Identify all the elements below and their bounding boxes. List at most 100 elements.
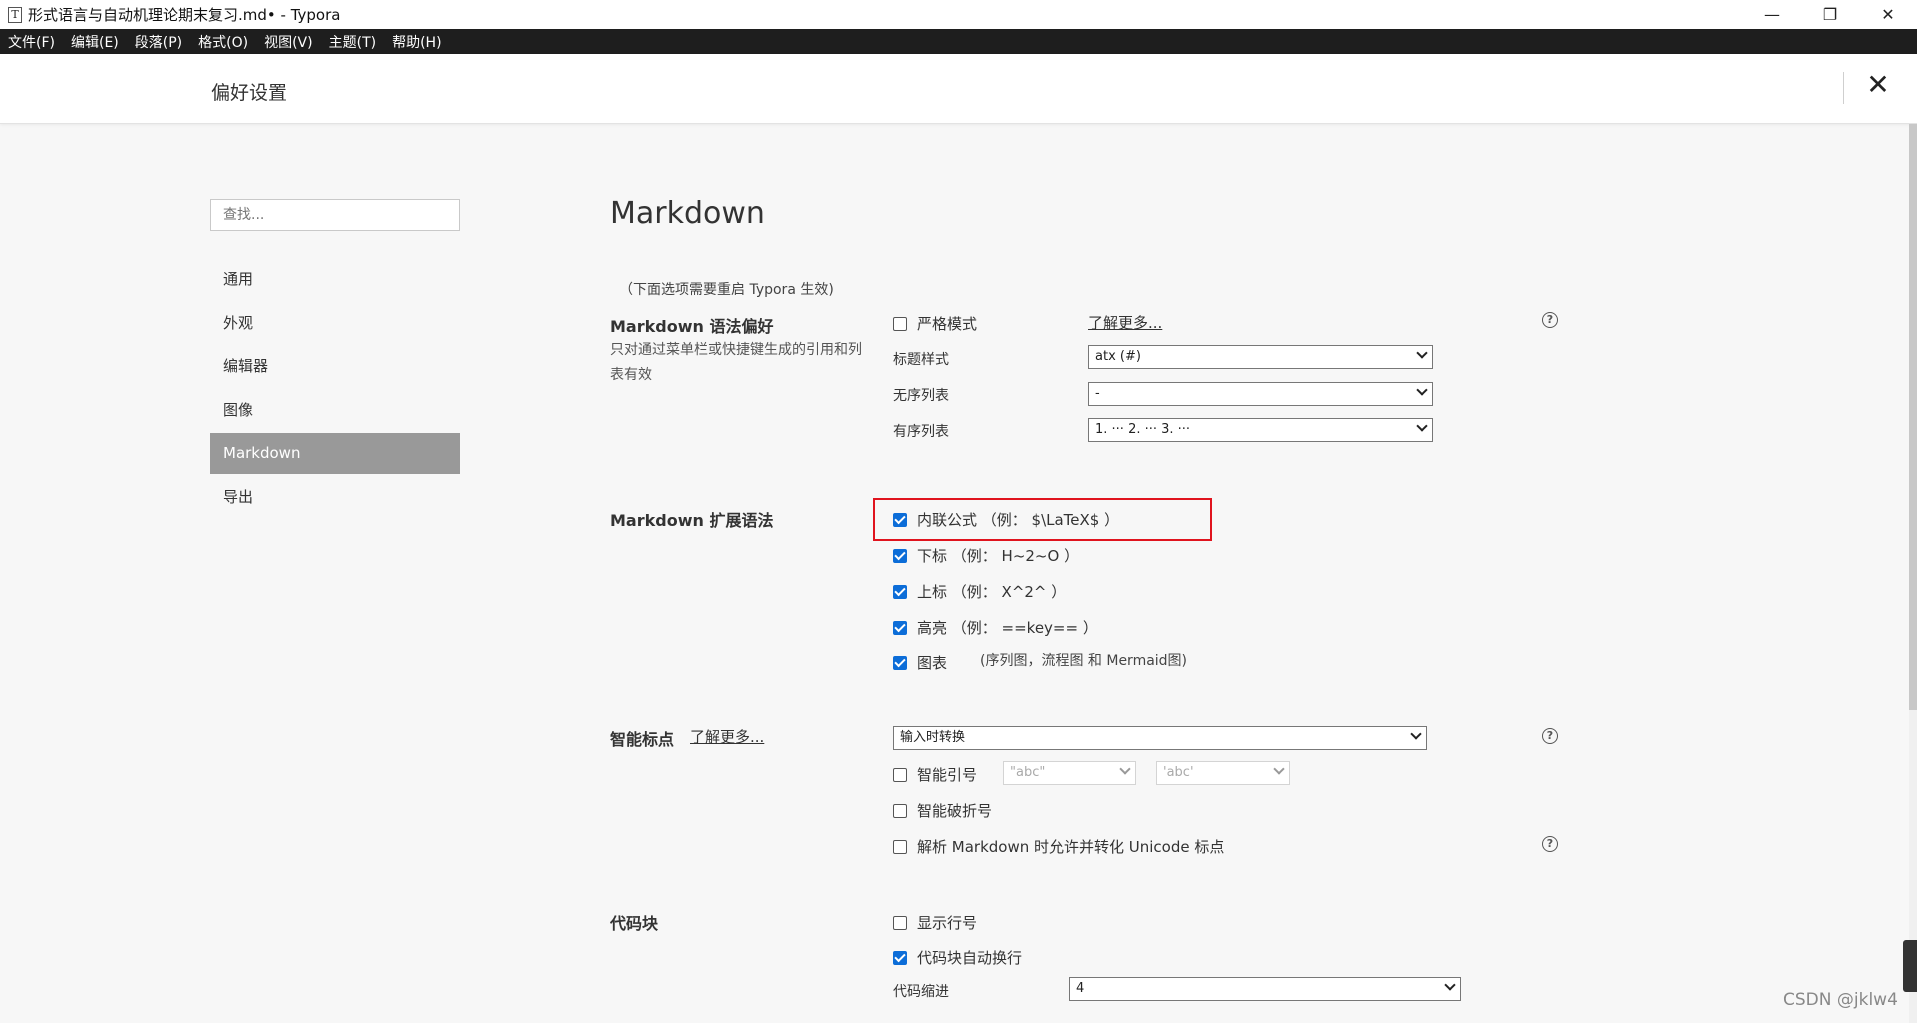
single-quote-style-select[interactable]: 'abc' bbox=[1156, 761, 1290, 785]
chevron-down-icon bbox=[1273, 763, 1285, 775]
chevron-down-icon bbox=[1416, 384, 1428, 396]
superscript-checkbox[interactable] bbox=[893, 584, 907, 599]
highlight-checkbox[interactable] bbox=[893, 620, 907, 635]
window-title: 形式语言与自动机理论期末复习.md• - Typora bbox=[28, 6, 341, 24]
menu-bar: 文件(F) 编辑(E) 段落(P) 格式(O) 视图(V) 主题(T) 帮助(H… bbox=[0, 29, 1917, 54]
minimize-button[interactable]: — bbox=[1743, 0, 1801, 29]
unicode-punct-row[interactable]: 解析 Markdown 时允许并转化 Unicode 标点 bbox=[893, 836, 1224, 857]
window-close-button[interactable]: ✕ bbox=[1859, 0, 1917, 29]
side-floating-widget[interactable] bbox=[1903, 940, 1917, 992]
nav-item-appearance[interactable]: 外观 bbox=[210, 303, 460, 344]
syntax-help-icon[interactable]: ? bbox=[1542, 312, 1558, 328]
unicode-punct-help-icon[interactable]: ? bbox=[1542, 836, 1558, 852]
nav-item-general[interactable]: 通用 bbox=[210, 259, 460, 300]
unicode-punct-label: 解析 Markdown 时允许并转化 Unicode 标点 bbox=[917, 838, 1225, 856]
code-indent-value: 4 bbox=[1076, 981, 1085, 996]
smart-punct-title: 智能标点 bbox=[610, 730, 675, 749]
preferences-close-button[interactable]: ✕ bbox=[1864, 70, 1892, 100]
chevron-down-icon bbox=[1416, 347, 1428, 359]
typora-app-icon: T bbox=[8, 6, 22, 23]
diagrams-hint: (序列图，流程图 和 Mermaid图) bbox=[980, 653, 1188, 669]
menu-theme[interactable]: 主题(T) bbox=[329, 32, 376, 52]
preferences-search-input[interactable] bbox=[210, 199, 460, 231]
syntax-pref-desc: 只对通过菜单栏或快捷键生成的引用和列表有效 bbox=[610, 342, 862, 383]
code-block-title: 代码块 bbox=[610, 914, 659, 933]
chevron-down-icon bbox=[1416, 420, 1428, 432]
unordered-list-select[interactable]: - bbox=[1088, 382, 1433, 406]
superscript-row[interactable]: 上标 （例： X^2^ ） bbox=[893, 581, 1066, 602]
syntax-pref-title: Markdown 语法偏好 bbox=[610, 317, 774, 336]
inline-math-checkbox[interactable] bbox=[893, 512, 907, 527]
nav-item-export[interactable]: 导出 bbox=[210, 477, 460, 518]
double-quote-value: "abc" bbox=[1010, 765, 1046, 780]
nav-item-markdown[interactable]: Markdown bbox=[210, 433, 460, 474]
menu-format[interactable]: 格式(O) bbox=[198, 32, 248, 52]
menu-help[interactable]: 帮助(H) bbox=[392, 32, 441, 52]
inline-math-label: 内联公式 （例： $\LaTeX$ ） bbox=[917, 511, 1120, 529]
menu-file[interactable]: 文件(F) bbox=[8, 32, 55, 52]
superscript-label: 上标 （例： X^2^ ） bbox=[917, 583, 1067, 601]
heading-style-select[interactable]: atx (#) bbox=[1088, 345, 1433, 369]
subscript-row[interactable]: 下标 （例： H~2~O ） bbox=[893, 545, 1079, 566]
diagrams-checkbox[interactable] bbox=[893, 655, 907, 670]
smart-dashes-checkbox[interactable] bbox=[893, 803, 907, 818]
inline-math-row[interactable]: 内联公式 （例： $\LaTeX$ ） bbox=[893, 509, 1119, 530]
subscript-label: 下标 （例： H~2~O ） bbox=[917, 547, 1080, 565]
smart-dashes-row[interactable]: 智能破折号 bbox=[893, 800, 992, 821]
heading-style-label: 标题样式 bbox=[893, 352, 949, 368]
ordered-list-value: 1. ··· 2. ··· 3. ··· bbox=[1095, 422, 1191, 437]
menu-paragraph[interactable]: 段落(P) bbox=[135, 32, 182, 52]
smart-punct-learn-more-link[interactable]: 了解更多... bbox=[690, 726, 764, 747]
smart-quotes-row[interactable]: 智能引号 bbox=[893, 764, 977, 785]
window-controls: — ❐ ✕ bbox=[1743, 0, 1917, 29]
page-heading: Markdown bbox=[610, 196, 765, 231]
menu-edit[interactable]: 编辑(E) bbox=[71, 32, 119, 52]
nav-item-image[interactable]: 图像 bbox=[210, 390, 460, 431]
header-divider bbox=[1843, 72, 1844, 104]
scrollbar-thumb[interactable] bbox=[1909, 124, 1917, 710]
unicode-punct-checkbox[interactable] bbox=[893, 839, 907, 854]
subscript-checkbox[interactable] bbox=[893, 548, 907, 563]
diagrams-row[interactable]: 图表 bbox=[893, 652, 947, 673]
diagrams-label: 图表 bbox=[917, 654, 948, 672]
strict-mode-checkbox[interactable] bbox=[893, 316, 907, 331]
smart-punct-help-icon[interactable]: ? bbox=[1542, 728, 1558, 744]
code-wrap-checkbox[interactable] bbox=[893, 950, 907, 965]
chevron-down-icon bbox=[1119, 763, 1131, 775]
chevron-down-icon bbox=[1410, 728, 1422, 740]
title-bar: T 形式语言与自动机理论期末复习.md• - Typora — ❐ ✕ bbox=[0, 0, 1917, 29]
line-numbers-row[interactable]: 显示行号 bbox=[893, 912, 977, 933]
chevron-down-icon bbox=[1444, 979, 1456, 991]
code-wrap-label: 代码块自动换行 bbox=[917, 949, 1023, 967]
code-indent-select[interactable]: 4 bbox=[1069, 977, 1461, 1001]
single-quote-value: 'abc' bbox=[1163, 765, 1194, 780]
restore-button[interactable]: ❐ bbox=[1801, 0, 1859, 29]
strict-mode-label: 严格模式 bbox=[917, 315, 978, 333]
code-indent-label: 代码缩进 bbox=[893, 984, 949, 1000]
preferences-title: 偏好设置 bbox=[211, 82, 288, 104]
restart-note: （下面选项需要重启 Typora 生效) bbox=[619, 282, 834, 298]
smart-quotes-label: 智能引号 bbox=[917, 766, 978, 784]
highlight-row[interactable]: 高亮 （例： ==key== ） bbox=[893, 617, 1098, 638]
menu-view[interactable]: 视图(V) bbox=[264, 32, 313, 52]
ext-syntax-title: Markdown 扩展语法 bbox=[610, 511, 774, 530]
unordered-list-value: - bbox=[1095, 386, 1100, 401]
line-numbers-label: 显示行号 bbox=[917, 914, 978, 932]
line-numbers-checkbox[interactable] bbox=[893, 915, 907, 930]
heading-style-value: atx (#) bbox=[1095, 349, 1141, 364]
strict-mode-row[interactable]: 严格模式 bbox=[893, 313, 977, 334]
code-wrap-row[interactable]: 代码块自动换行 bbox=[893, 947, 1022, 968]
highlight-label: 高亮 （例： ==key== ） bbox=[917, 619, 1098, 637]
csdn-watermark: CSDN @jklw4 bbox=[1783, 990, 1898, 1010]
double-quote-style-select[interactable]: "abc" bbox=[1003, 761, 1136, 785]
smart-punct-mode-value: 输入时转换 bbox=[900, 730, 966, 745]
nav-item-editor[interactable]: 编辑器 bbox=[210, 346, 460, 387]
smart-punct-mode-select[interactable]: 输入时转换 bbox=[893, 726, 1427, 750]
smart-quotes-checkbox[interactable] bbox=[893, 767, 907, 782]
unordered-list-label: 无序列表 bbox=[893, 388, 949, 404]
preferences-nav: 通用 外观 编辑器 图像 Markdown 导出 bbox=[210, 259, 460, 520]
syntax-learn-more-link[interactable]: 了解更多... bbox=[1088, 312, 1162, 333]
smart-dashes-label: 智能破折号 bbox=[917, 802, 993, 820]
preferences-header: 偏好设置 ✕ bbox=[0, 54, 1917, 124]
ordered-list-select[interactable]: 1. ··· 2. ··· 3. ··· bbox=[1088, 418, 1433, 442]
